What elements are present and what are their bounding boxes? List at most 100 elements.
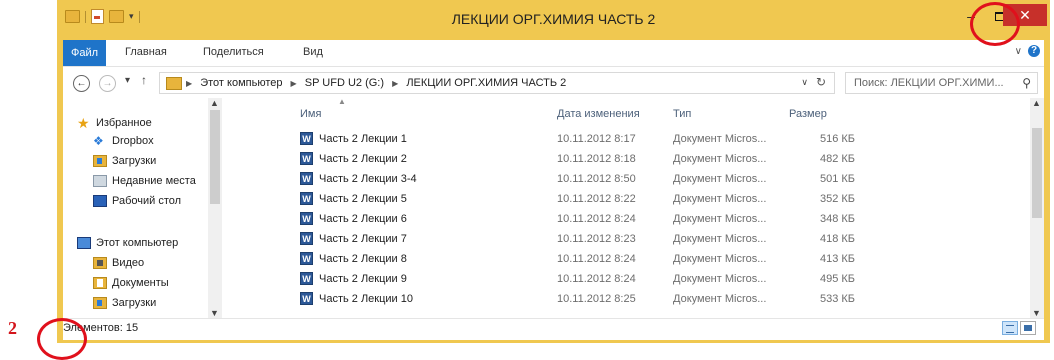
nav-label: Этот компьютер	[96, 237, 179, 249]
address-bar[interactable]: ▶ Этот компьютер ▶ SP UFD U2 (G:) ▶ ЛЕКЦ…	[159, 72, 835, 94]
ribbon-expand-icon[interactable]: ∨	[1015, 46, 1022, 57]
word-document-icon: W	[300, 272, 313, 285]
column-header-type[interactable]: Тип	[673, 108, 691, 120]
nav-item-desktop[interactable]: Рабочий стол	[93, 192, 181, 210]
scroll-thumb[interactable]	[210, 110, 220, 204]
downloads-icon	[93, 297, 107, 309]
file-type: Документ Micros...	[673, 253, 767, 265]
file-size: 495 КБ	[819, 273, 855, 285]
word-document-icon: W	[300, 292, 313, 305]
file-date: 10.11.2012 8:24	[557, 253, 636, 265]
search-icon[interactable]: ⚲	[1022, 76, 1031, 90]
desktop-icon	[93, 195, 107, 207]
file-name-cell[interactable]: W Часть 2 Лекции 3-4	[300, 172, 417, 185]
table-row[interactable]: W Часть 2 Лекции 6 10.11.2012 8:24 Документ…	[223, 208, 1023, 228]
nav-item-recent[interactable]: Недавние места	[93, 172, 196, 190]
breadcrumb-item[interactable]: Этот компьютер	[200, 77, 282, 89]
tab-home[interactable]: Главная	[125, 46, 167, 58]
file-date: 10.11.2012 8:22	[557, 193, 636, 205]
breadcrumb-separator[interactable]: ▶	[186, 79, 192, 88]
breadcrumb-item[interactable]: SP UFD U2 (G:)	[305, 77, 384, 89]
file-list-scrollbar[interactable]: ▲ ▼	[1030, 98, 1044, 318]
nav-label: Загрузки	[112, 297, 157, 309]
file-type: Документ Micros...	[673, 193, 767, 205]
file-name: Часть 2 Лекции 8	[319, 252, 407, 265]
table-row[interactable]: W Часть 2 Лекции 7 10.11.2012 8:23 Документ…	[223, 228, 1023, 248]
nav-item-downloads[interactable]: Загрузки	[93, 152, 156, 170]
file-name: Часть 2 Лекции 9	[319, 272, 407, 285]
explorer-window: ▾ ЛЕКЦИИ ОРГ.ХИМИЯ ЧАСТЬ 2 – ✕ Файл Глав…	[57, 0, 1050, 343]
file-name-cell[interactable]: W Часть 2 Лекции 5	[300, 192, 407, 205]
file-size: 418 КБ	[819, 233, 855, 245]
scroll-down-icon[interactable]: ▼	[210, 308, 219, 318]
table-row[interactable]: W Часть 2 Лекции 10 10.11.2012 8:25 Докумен…	[223, 288, 1023, 308]
file-type: Документ Micros...	[673, 233, 767, 245]
file-size: 533 КБ	[819, 293, 855, 305]
word-document-icon: W	[300, 172, 313, 185]
file-name: Часть 2 Лекции 5	[319, 192, 407, 205]
nav-item-dropbox[interactable]: ❖ Dropbox	[93, 132, 154, 150]
column-label: Имя	[300, 108, 322, 120]
back-button[interactable]: ←	[73, 75, 90, 92]
scroll-thumb[interactable]	[1032, 128, 1042, 218]
file-name-cell[interactable]: W Часть 2 Лекции 9	[300, 272, 407, 285]
nav-label: Рабочий стол	[112, 195, 182, 207]
breadcrumb-item[interactable]: ЛЕКЦИИ ОРГ.ХИМИЯ ЧАСТЬ 2	[406, 77, 566, 89]
table-row[interactable]: W Часть 2 Лекции 1 10.11.2012 8:17 Документ…	[223, 128, 1023, 148]
file-name-cell[interactable]: W Часть 2 Лекции 7	[300, 232, 407, 245]
content-area: ★ Избранное ❖ Dropbox Загрузки Недавние …	[63, 97, 1044, 318]
nav-item-video[interactable]: Видео	[93, 254, 144, 272]
file-type: Документ Micros...	[673, 273, 767, 285]
forward-button[interactable]: →	[99, 75, 116, 92]
table-row[interactable]: W Часть 2 Лекции 9 10.11.2012 8:24 Документ…	[223, 268, 1023, 288]
address-dropdown-icon[interactable]: ∨	[801, 77, 808, 88]
table-row[interactable]: W Часть 2 Лекции 3-4 10.11.2012 8:50 Докуме…	[223, 168, 1023, 188]
tab-view[interactable]: Вид	[303, 46, 323, 58]
file-list: Имя ▲ Дата изменения Тип Размер W Часть 2…	[223, 97, 1044, 318]
scroll-up-icon[interactable]: ▲	[1032, 98, 1041, 108]
breadcrumb-separator[interactable]: ▶	[392, 79, 398, 88]
recent-locations-icon[interactable]: ▾	[125, 75, 130, 86]
search-placeholder: Поиск: ЛЕКЦИИ ОРГ.ХИМИ...	[854, 77, 1004, 89]
nav-this-pc[interactable]: Этот компьютер	[77, 234, 178, 252]
nav-label: Загрузки	[112, 155, 157, 167]
address-row: ← → ▾ ↑ ▶ Этот компьютер ▶ SP UFD U2 (G:…	[63, 66, 1044, 99]
column-header-name[interactable]: Имя	[300, 108, 321, 120]
table-row[interactable]: W Часть 2 Лекции 8 10.11.2012 8:24 Документ…	[223, 248, 1023, 268]
video-folder-icon	[93, 257, 107, 269]
table-row[interactable]: W Часть 2 Лекции 2 10.11.2012 8:18 Документ…	[223, 148, 1023, 168]
up-button[interactable]: ↑	[141, 73, 147, 87]
nav-scrollbar[interactable]: ▲ ▼	[208, 98, 222, 318]
scroll-down-icon[interactable]: ▼	[1032, 308, 1041, 318]
search-input[interactable]: Поиск: ЛЕКЦИИ ОРГ.ХИМИ... ⚲	[845, 72, 1038, 94]
table-row[interactable]: W Часть 2 Лекции 5 10.11.2012 8:22 Документ…	[223, 188, 1023, 208]
nav-item-downloads-2[interactable]: Загрузки	[93, 294, 156, 312]
nav-item-documents[interactable]: Документы	[93, 274, 169, 292]
file-size: 482 КБ	[819, 153, 855, 165]
file-name-cell[interactable]: W Часть 2 Лекции 1	[300, 132, 407, 145]
tiles-view-button[interactable]	[1020, 321, 1036, 335]
file-size: 413 КБ	[819, 253, 855, 265]
nav-favorites[interactable]: ★ Избранное	[77, 114, 152, 132]
folder-icon	[166, 77, 182, 90]
column-header-date[interactable]: Дата изменения	[557, 108, 640, 120]
breadcrumb-separator[interactable]: ▶	[291, 79, 297, 88]
details-view-button[interactable]	[1002, 321, 1018, 335]
file-size: 352 КБ	[819, 193, 855, 205]
refresh-icon[interactable]: ↻	[816, 75, 826, 89]
file-name: Часть 2 Лекции 3-4	[319, 172, 417, 185]
file-name-cell[interactable]: W Часть 2 Лекции 8	[300, 252, 407, 265]
word-document-icon: W	[300, 232, 313, 245]
file-name-cell[interactable]: W Часть 2 Лекции 6	[300, 212, 407, 225]
file-name: Часть 2 Лекции 10	[319, 292, 413, 305]
scroll-up-icon[interactable]: ▲	[210, 98, 219, 108]
help-icon[interactable]: ?	[1028, 45, 1040, 57]
file-type: Документ Micros...	[673, 153, 767, 165]
tab-file[interactable]: Файл	[63, 40, 106, 66]
breadcrumb: ▶ Этот компьютер ▶ SP UFD U2 (G:) ▶ ЛЕКЦ…	[186, 77, 571, 89]
file-name-cell[interactable]: W Часть 2 Лекции 2	[300, 152, 407, 165]
status-bar: Элементов: 15	[63, 318, 1044, 340]
tab-share[interactable]: Поделиться	[203, 46, 264, 58]
column-header-size[interactable]: Размер	[789, 108, 827, 120]
file-name-cell[interactable]: W Часть 2 Лекции 10	[300, 292, 413, 305]
